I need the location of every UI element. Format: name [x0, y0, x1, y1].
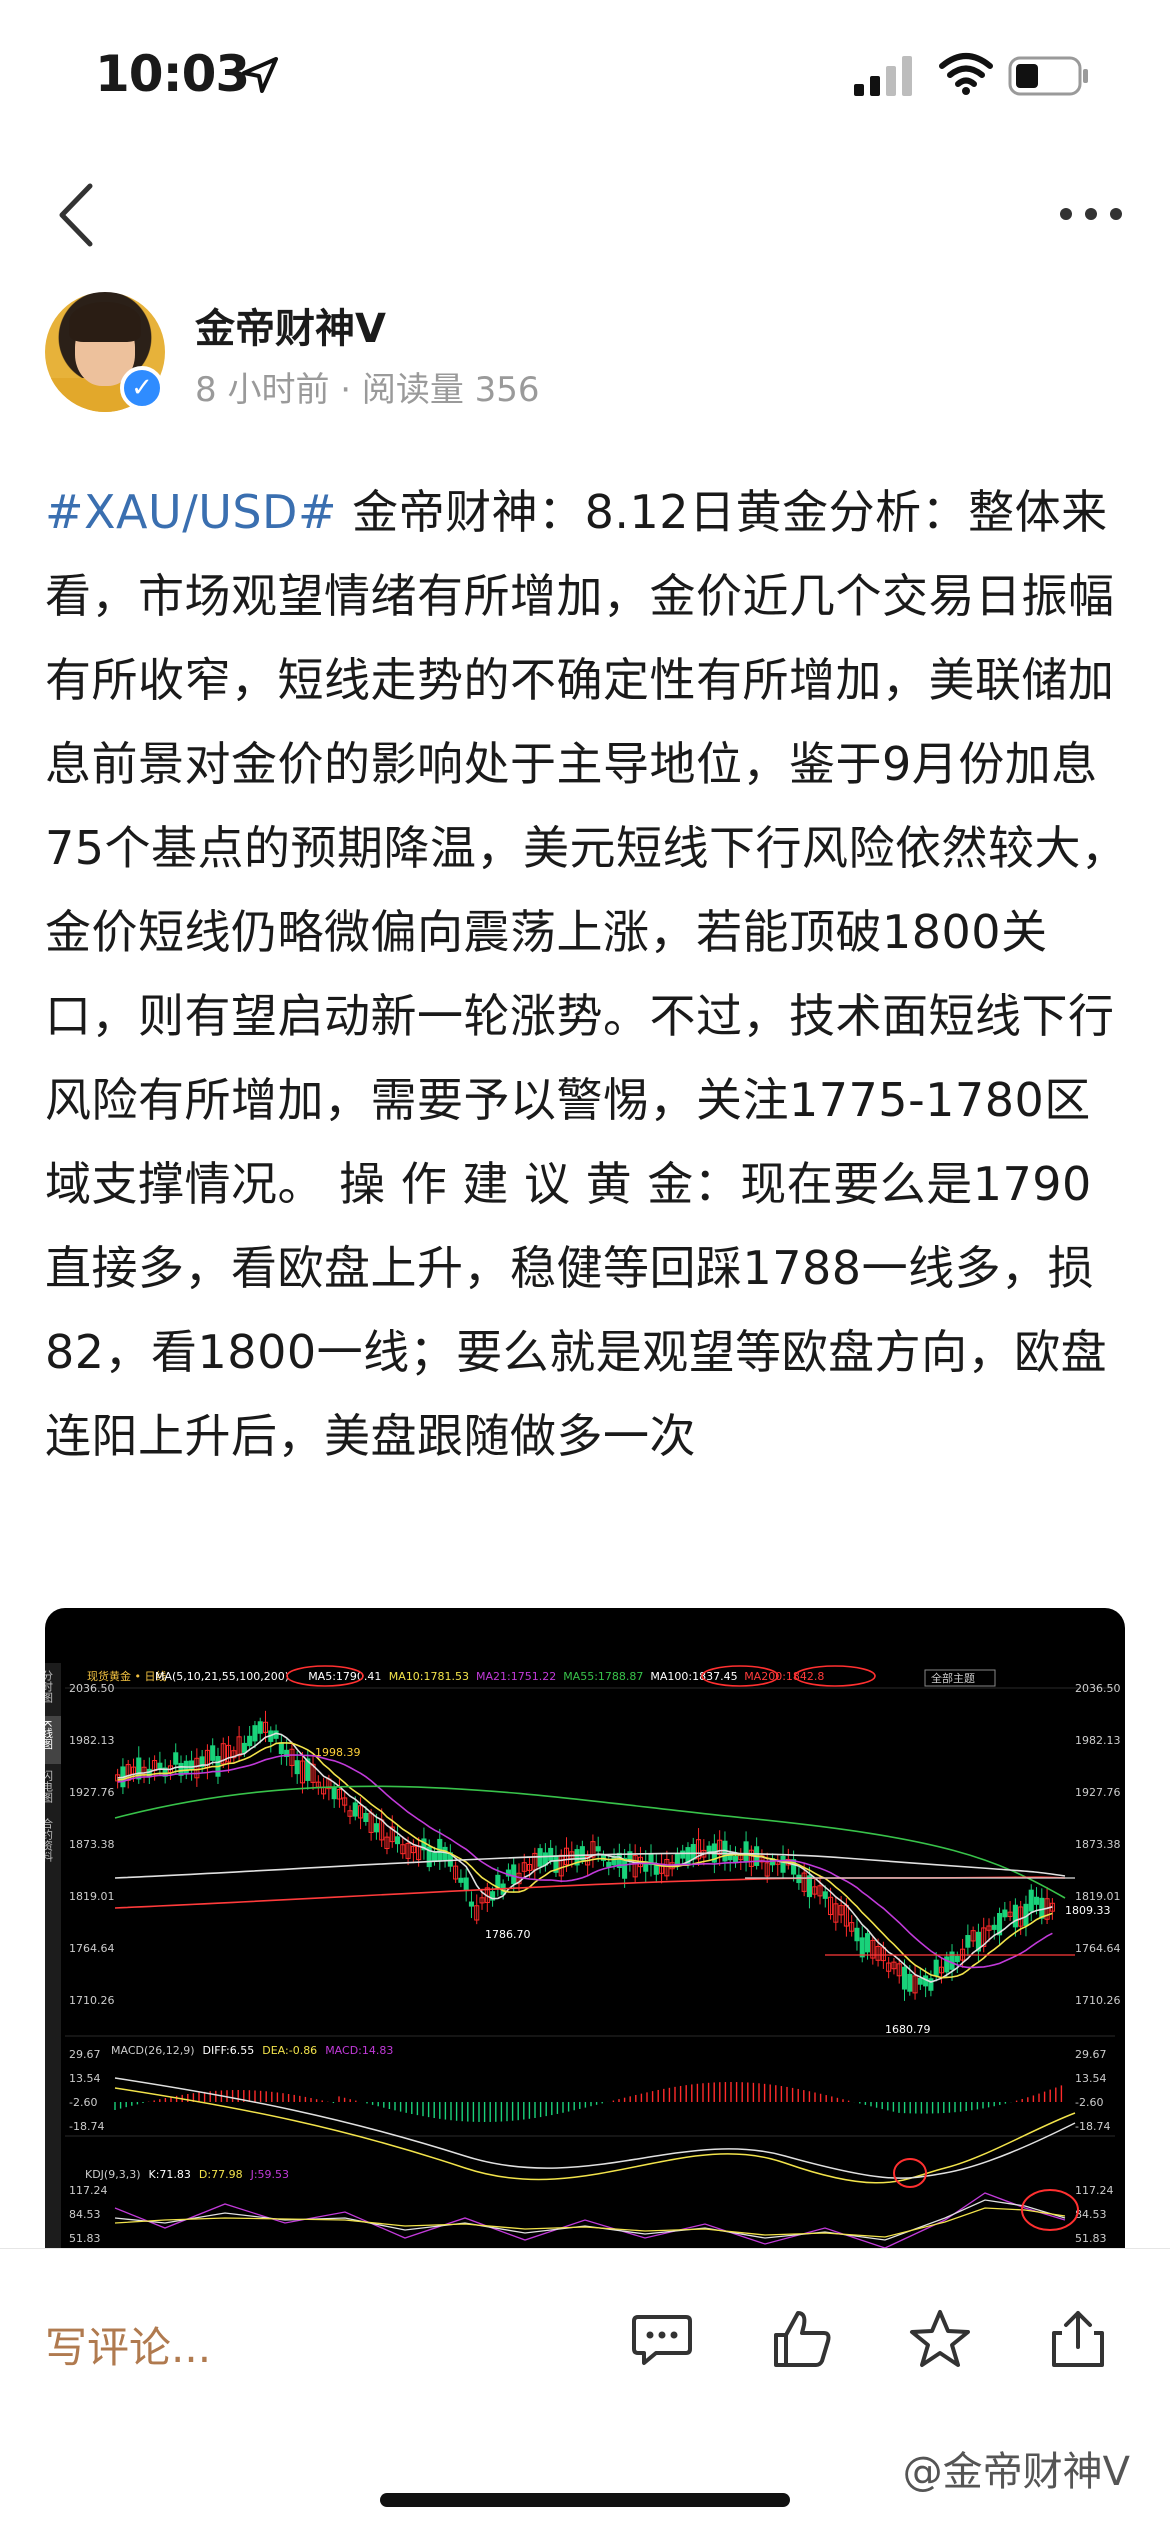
kdj-legend: KDJ(9,3,3) K:71.83 D:77.98 J:59.53: [85, 2168, 289, 2181]
author-name[interactable]: 金帝财神V: [195, 296, 386, 354]
tab-fenshi: 分时图: [45, 1670, 54, 1704]
price-axis-label-right: 1982.13: [1075, 1734, 1121, 1747]
annotation-high: 1998.39: [315, 1746, 361, 1759]
macd-axis-label-left: 29.67: [69, 2048, 101, 2061]
price-axis-label-left: 1819.01: [69, 1890, 115, 1903]
tab-shandian: 闪电图: [45, 1769, 54, 1804]
price-axis-label-left: 2036.50: [69, 1682, 115, 1695]
post-meta: 8 小时前 · 阅读量 356: [195, 370, 540, 410]
price-axis-label-right: 1873.38: [1075, 1838, 1121, 1851]
price-axis-label-right: 1710.26: [1075, 1994, 1121, 2007]
kdj-axis-label-right: 117.24: [1075, 2184, 1114, 2197]
theme-label: 全部主题: [931, 1671, 975, 1685]
ma-legend-item: MA10:1781.53: [389, 1670, 469, 1683]
more-dots-icon[interactable]: [1058, 196, 1124, 232]
comment-icon[interactable]: [630, 2307, 694, 2371]
battery-icon: [1008, 56, 1088, 96]
bottom-action-bar: 写评论... @金帝财神V: [0, 2248, 1170, 2533]
candlestick-chart: 分时图 K线图 闪电图 合约资料 现货黄金 • 日线 MA(5,10,21,55…: [45, 1663, 1121, 2248]
tab-kline: K线图: [45, 1720, 54, 1750]
topic-hashtag[interactable]: #XAU/USD#: [45, 485, 337, 539]
price-axis-label-right: 2036.50: [1075, 1682, 1121, 1695]
kdj-axis-label-left: 84.53: [69, 2208, 101, 2221]
annotation-low: 1680.79: [885, 2023, 931, 2036]
ma-legend-item: MA21:1751.22: [476, 1670, 556, 1683]
ma-legend-item: MA200:1842.8: [744, 1670, 824, 1683]
price-axis-label-left: 1873.38: [69, 1838, 115, 1851]
status-time: 10:03: [95, 45, 250, 103]
ma-legend-item: MA(5,10,21,55,100,200): [155, 1670, 289, 1683]
price-axis-label-left: 1764.64: [69, 1942, 115, 1955]
post-text: 金帝财神：8.12日黄金分析：整体来看，市场观望情绪有所增加，金价近几个交易日振…: [45, 485, 1128, 1463]
watermark: @金帝财神V: [902, 2449, 1130, 2495]
tab-heyue: 合约资料: [45, 1817, 54, 1863]
price-axis-label-right: 1927.76: [1075, 1786, 1121, 1799]
macd-axis-label-right: -2.60: [1075, 2096, 1103, 2109]
ma-legend-item: MA5:1790.41: [308, 1670, 381, 1683]
wifi-icon: [939, 53, 993, 95]
kdj-axis-label-left: 117.24: [69, 2184, 108, 2197]
home-indicator: [380, 2493, 790, 2507]
status-bar: 10:03: [0, 0, 1170, 150]
write-comment-button[interactable]: 写评论...: [45, 2314, 211, 2375]
share-icon[interactable]: [1046, 2307, 1110, 2371]
right-extra-price: 1809.33: [1065, 1904, 1111, 1917]
kdj-axis-label-left: 51.83: [69, 2232, 101, 2245]
macd-axis-label-left: -2.60: [69, 2096, 97, 2109]
location-arrow-icon: [242, 57, 278, 93]
verified-badge-icon: ✓: [120, 366, 164, 410]
ma-legend-item: MA100:1837.45: [650, 1670, 737, 1683]
price-axis-label-left: 1982.13: [69, 1734, 115, 1747]
kdj-axis-label-right: 84.53: [1075, 2208, 1107, 2221]
macd-axis-label-right: -18.74: [1075, 2120, 1110, 2133]
thumbs-up-icon[interactable]: [770, 2307, 834, 2371]
price-axis-label-left: 1927.76: [69, 1786, 115, 1799]
chart-image[interactable]: 分时图 K线图 闪电图 合约资料 现货黄金 • 日线 MA(5,10,21,55…: [45, 1608, 1125, 2248]
kdj-axis-label-right: 51.83: [1075, 2232, 1107, 2245]
price-axis-label-left: 1710.26: [69, 1994, 115, 2007]
price-axis-label-right: 1819.01: [1075, 1890, 1121, 1903]
price-axis-label-right: 1764.64: [1075, 1942, 1121, 1955]
cellular-signal-icon: [854, 56, 912, 96]
star-icon[interactable]: [908, 2307, 972, 2371]
macd-axis-label-right: 13.54: [1075, 2072, 1107, 2085]
back-chevron-icon[interactable]: [52, 180, 100, 250]
macd-axis-label-right: 29.67: [1075, 2048, 1107, 2061]
post-body: #XAU/USD# 金帝财神：8.12日黄金分析：整体来看，市场观望情绪有所增加…: [45, 470, 1130, 1478]
macd-axis-label-left: 13.54: [69, 2072, 101, 2085]
annotation-mid: 1786.70: [485, 1928, 531, 1941]
ma-legend-item: MA55:1788.87: [563, 1670, 643, 1683]
macd-axis-label-left: -18.74: [69, 2120, 104, 2133]
macd-legend: MACD(26,12,9) DIFF:6.55 DEA:-0.86 MACD:14.8…: [111, 2044, 393, 2057]
